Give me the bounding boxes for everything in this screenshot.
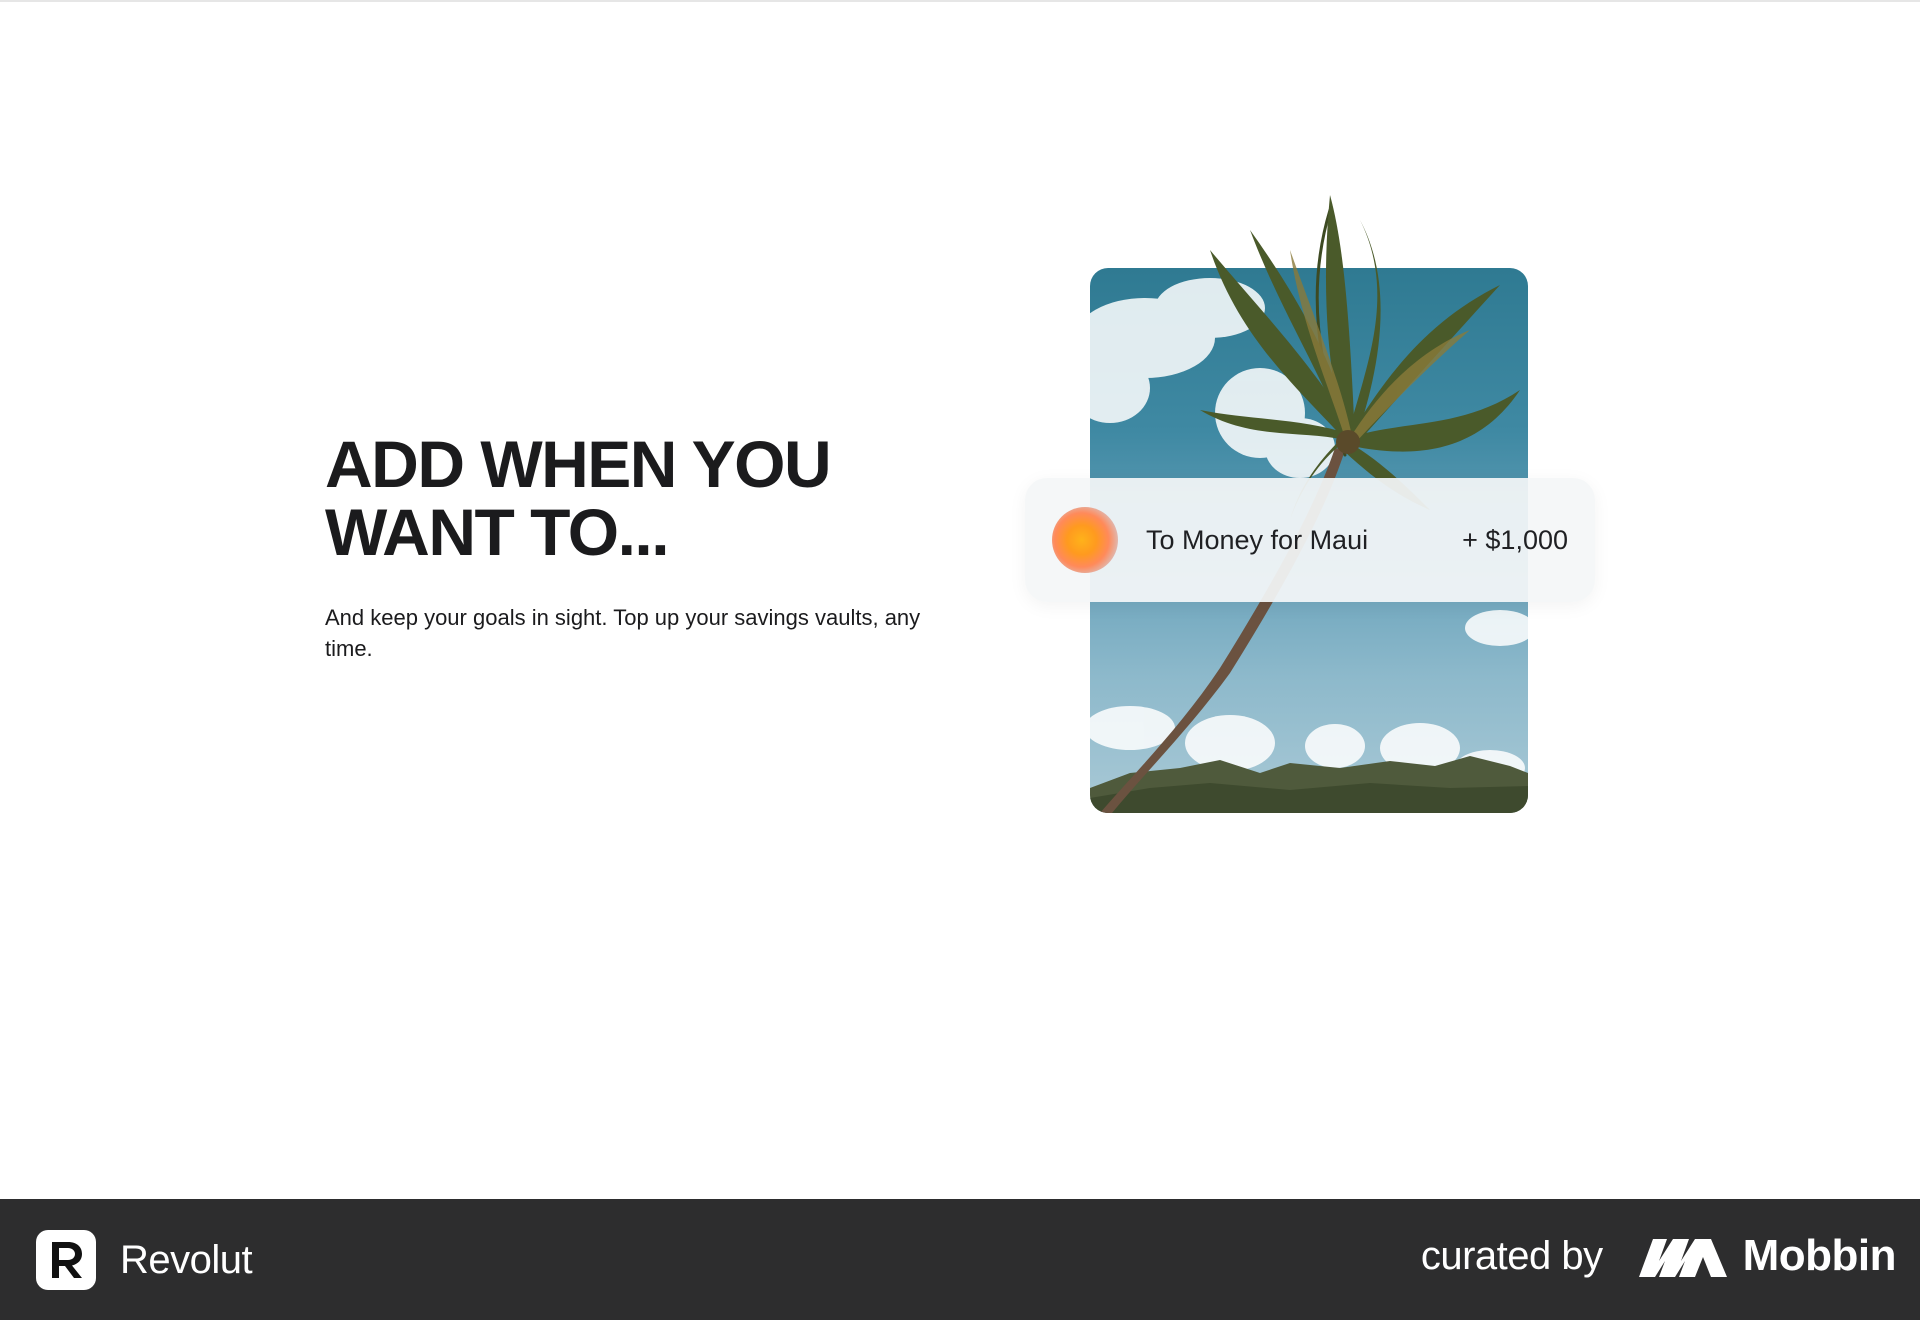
transaction-label: To Money for Maui bbox=[1146, 524, 1369, 555]
curated-by-label: curated by bbox=[1420, 1233, 1603, 1278]
transaction-card: To Money for Maui + $1,000 bbox=[1025, 478, 1595, 602]
palm-fronds bbox=[1200, 195, 1520, 520]
transaction-amount: + $1,000 bbox=[1462, 524, 1568, 555]
app-name: Revolut bbox=[120, 1237, 253, 1282]
top-divider bbox=[0, 0, 1920, 2]
curator-name: Mobbin bbox=[1742, 1231, 1897, 1280]
savings-illustration: To Money for Maui + $1,000 bbox=[1000, 190, 1620, 830]
revolut-logo-icon bbox=[36, 1230, 96, 1290]
mobbin-logo-icon bbox=[1638, 1239, 1727, 1277]
page-subtitle: And keep your goals in sight. Top up you… bbox=[325, 605, 921, 661]
hero-section: ADD WHEN YOU WANT TO... And keep your go… bbox=[325, 430, 965, 664]
revolut-r-glyph bbox=[52, 1242, 82, 1278]
page-title-line-1: ADD WHEN YOU bbox=[325, 427, 832, 501]
page-title-line-2: WANT TO... bbox=[325, 495, 670, 569]
curated-by: curated by Mobbin bbox=[1420, 1231, 1897, 1281]
page-title: ADD WHEN YOU WANT TO... bbox=[325, 430, 965, 566]
footer-bar: Revolut curated by Mobbin bbox=[0, 1199, 1920, 1320]
page: ADD WHEN YOU WANT TO... And keep your go… bbox=[0, 0, 1920, 1320]
vault-avatar-icon bbox=[1052, 507, 1118, 573]
app-brand: Revolut bbox=[36, 1230, 253, 1290]
